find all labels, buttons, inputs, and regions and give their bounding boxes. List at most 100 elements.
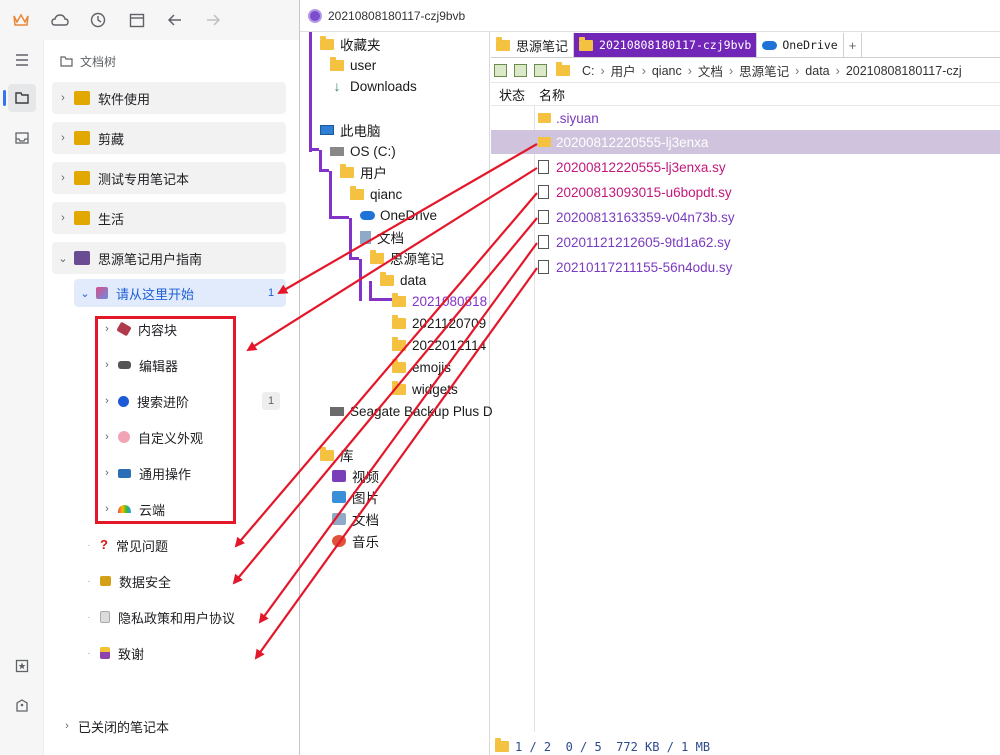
nav-subfolder[interactable]: 2021120709 [392, 313, 486, 333]
chevron-right-icon[interactable]: › [56, 720, 78, 732]
view-icon[interactable] [514, 64, 527, 77]
notebook-clippings[interactable]: › 剪藏 [52, 122, 286, 154]
breadcrumb-segment[interactable]: C: [582, 64, 595, 78]
siyuan-topbar [0, 0, 300, 40]
address-bar[interactable]: C: › 用户 › qianc › 文档 › 思源笔记 › data › 202108081… [491, 59, 1000, 83]
forward-arrow-icon[interactable] [204, 11, 222, 29]
nav-lib-videos[interactable]: 视频 [332, 466, 379, 486]
file-row-selected[interactable]: 20200812220555-lj3enxa [491, 130, 1000, 154]
file-row[interactable]: 20200813093015-u6bopdt.sy [491, 180, 1000, 204]
nav-lib-pictures[interactable]: 图片 [332, 487, 379, 507]
nav-documents[interactable]: 文档 [360, 227, 404, 247]
breadcrumb-segment[interactable]: 思源笔记 [739, 61, 789, 80]
nav-users[interactable]: 用户 [340, 162, 387, 182]
file-row[interactable]: 20200813163359-v04n73b.sy [491, 205, 1000, 229]
tree-line [309, 32, 312, 152]
file-tree-icon[interactable] [8, 84, 36, 112]
tab-siyuan[interactable]: 思源笔记 [491, 33, 575, 57]
tag-icon[interactable] [8, 692, 36, 720]
inbox-icon[interactable] [8, 124, 36, 152]
notebook-software[interactable]: › 软件使用 [52, 82, 286, 114]
file-row[interactable]: 20210117211155-56n4odu.sy [491, 255, 1000, 279]
notebook-testing[interactable]: › 测试专用笔记本 [52, 162, 286, 194]
breadcrumb-segment[interactable]: data [805, 64, 829, 78]
file-name: 20200813163359-v04n73b.sy [556, 209, 735, 225]
nav-qianc[interactable]: qianc [350, 184, 402, 204]
nav-onedrive[interactable]: OneDrive [360, 205, 437, 225]
file-row[interactable]: 20201121212605-9td1a62.sy [491, 230, 1000, 254]
breadcrumb-segment[interactable]: 用户 [611, 61, 636, 80]
column-name[interactable]: 名称 [539, 85, 565, 104]
notebook-icon [74, 91, 90, 105]
tab-label: 20210808180117-czj9bvb [599, 38, 752, 52]
nav-subfolder-current[interactable]: 2021080818 [392, 291, 487, 311]
nav-os-drive[interactable]: OS (C:) [330, 141, 396, 161]
view-icon[interactable] [494, 64, 507, 77]
highlight-box [95, 316, 236, 524]
history-icon[interactable] [89, 11, 107, 29]
window-title: 20210808180117-czj9bvb [328, 8, 466, 23]
nav-label: 音乐 [352, 535, 379, 550]
file-row[interactable]: .siyuan [491, 106, 1000, 130]
nav-subfolder[interactable]: emojis [392, 357, 451, 377]
bookmark-star-icon[interactable] [8, 652, 36, 680]
breadcrumb-segment[interactable]: qianc [652, 64, 682, 78]
breadcrumb-separator: › [687, 63, 692, 78]
folder-icon [380, 271, 394, 286]
notebook-life[interactable]: › 生活 [52, 202, 286, 234]
folder-icon [392, 336, 406, 351]
notebook-user-guide[interactable]: ⌄ 思源笔记用户指南 [52, 242, 286, 274]
nav-seagate[interactable]: Seagate Backup Plus D [330, 401, 493, 421]
nav-lib-music[interactable]: 音乐 [332, 531, 379, 551]
nav-lib-documents[interactable]: 文档 [332, 509, 379, 529]
chevron-right-icon[interactable]: › [52, 172, 74, 184]
breadcrumb-segment[interactable]: 20210808180117-czj [846, 64, 962, 78]
nav-user[interactable]: user [330, 55, 376, 75]
doc-label: 隐私政策和用户协议 [118, 610, 236, 626]
crown-icon[interactable] [12, 11, 30, 29]
chevron-down-icon[interactable]: ⌄ [74, 287, 96, 300]
tree-line [329, 216, 349, 219]
chevron-right-icon[interactable]: › [52, 92, 74, 104]
doc-faq[interactable]: · ? 常见问题 [78, 531, 286, 559]
nav-label: emojis [412, 359, 452, 375]
nav-favorites[interactable]: 收藏夹 [320, 34, 381, 54]
new-tab-button[interactable]: + [844, 33, 863, 57]
file-row[interactable]: 20200812220555-lj3enxa.sy [491, 155, 1000, 179]
nav-this-pc[interactable]: 此电脑 [320, 120, 381, 140]
chevron-right-icon[interactable]: › [52, 212, 74, 224]
nav-library[interactable]: 库 [320, 445, 354, 465]
breadcrumb-segment[interactable]: 文档 [698, 61, 723, 80]
file-icon [538, 160, 549, 174]
doc-start-here[interactable]: ⌄ 请从这里开始 1 [74, 279, 286, 307]
doc-data-security[interactable]: · 数据安全 [78, 567, 286, 595]
tab-onedrive[interactable]: OneDrive [757, 33, 844, 57]
view-icon[interactable] [534, 64, 547, 77]
chevron-down-icon[interactable]: ⌄ [52, 252, 74, 265]
doc-thanks[interactable]: · 致谢 [78, 639, 286, 667]
breadcrumb-separator: › [795, 63, 800, 78]
nav-label: OS (C:) [350, 143, 396, 159]
breadcrumb-separator: › [641, 63, 646, 78]
nav-subfolder[interactable]: 2022012114 [392, 335, 486, 355]
nav-subfolder[interactable]: widgets [392, 379, 458, 399]
menu-icon[interactable] [8, 46, 36, 74]
calendar-icon[interactable] [128, 11, 146, 29]
closed-notebooks[interactable]: › 已关闭的笔记本 [56, 712, 286, 740]
document-icon [360, 230, 371, 244]
nav-data[interactable]: data [380, 270, 426, 290]
tab-current-folder[interactable]: 20210808180117-czj9bvb [574, 33, 758, 57]
closed-notebooks-label: 已关闭的笔记本 [78, 719, 170, 735]
doc-privacy[interactable]: · 隐私政策和用户协议 [78, 603, 286, 631]
cloud-sync-icon[interactable] [51, 11, 69, 29]
column-status[interactable]: 状态 [499, 85, 525, 104]
folder-icon [556, 62, 570, 76]
nav-downloads[interactable]: ↓ Downloads [330, 76, 417, 96]
chevron-right-icon[interactable]: › [52, 132, 74, 144]
back-arrow-icon[interactable] [166, 11, 184, 29]
nav-siyuan[interactable]: 思源笔记 [370, 248, 444, 268]
nav-label: Downloads [350, 78, 417, 94]
tree-line [359, 259, 362, 301]
tab-label: OneDrive [782, 38, 838, 52]
drive-icon [330, 406, 344, 416]
